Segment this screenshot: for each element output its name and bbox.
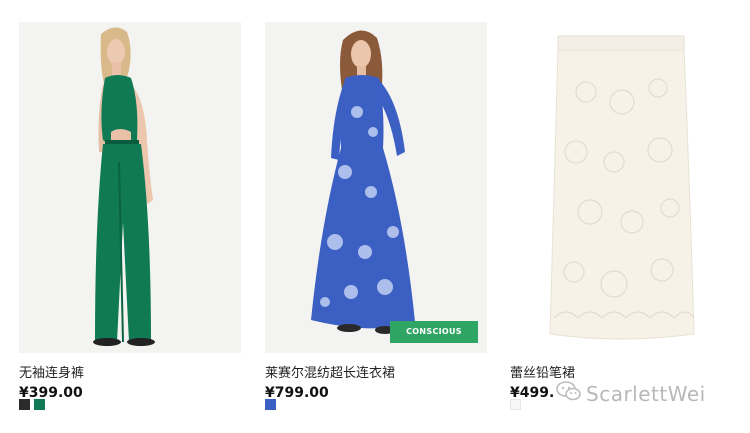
watermark: ScarlettWei [556, 380, 706, 407]
color-swatches-1 [19, 399, 45, 410]
product-image-maxi-dress[interactable]: CONSCIOUS [265, 22, 487, 353]
swatch-black[interactable] [19, 399, 30, 410]
product-image-lace-skirt[interactable] [510, 22, 732, 353]
color-swatches-3 [510, 399, 521, 410]
product-card-2[interactable]: CONSCIOUS 莱赛尔混纺超长连衣裙 ¥799.00 [265, 22, 487, 402]
product-name[interactable]: 无袖连身裤 [19, 366, 241, 382]
jumpsuit-illustration [19, 22, 241, 353]
product-card-3[interactable]: 蕾丝铅笔裙 ¥499. [510, 22, 732, 402]
product-image-jumpsuit[interactable] [19, 22, 241, 353]
product-card-1[interactable]: 无袖连身裤 ¥399.00 [19, 22, 241, 402]
swatch-blue[interactable] [265, 399, 276, 410]
swatch-green[interactable] [34, 399, 45, 410]
product-name[interactable]: 莱赛尔混纺超长连衣裙 [265, 366, 487, 382]
watermark-text: ScarlettWei [586, 381, 706, 406]
conscious-badge: CONSCIOUS [390, 321, 478, 343]
product-price: ¥399.00 [19, 385, 83, 401]
color-swatches-2 [265, 399, 276, 410]
swatch-white[interactable] [510, 399, 521, 410]
lace-skirt-illustration [510, 22, 732, 353]
wechat-icon [556, 380, 582, 407]
product-price: ¥799.00 [265, 385, 329, 401]
maxi-dress-illustration [265, 22, 487, 353]
